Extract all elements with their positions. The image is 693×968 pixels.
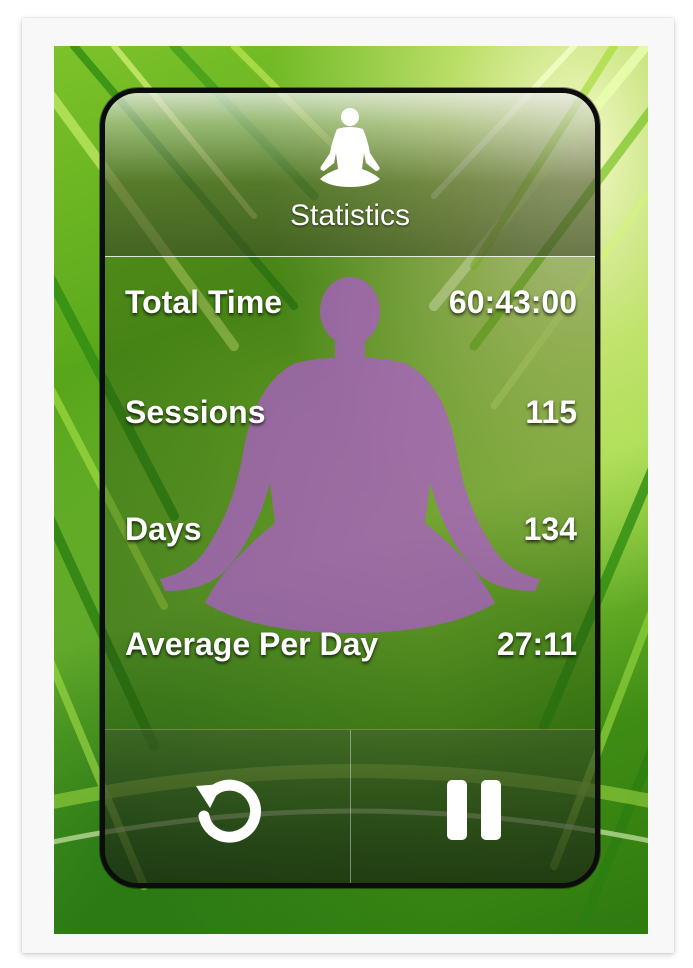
- meditation-figure-icon: [320, 108, 380, 187]
- stat-value: 60:43:00: [448, 284, 577, 320]
- reset-button[interactable]: [105, 730, 350, 883]
- pause-icon: [447, 780, 501, 840]
- stat-value: 115: [525, 394, 577, 430]
- panel-header: Statistics: [105, 93, 595, 257]
- reset-icon: [195, 779, 261, 843]
- stat-row-days: Days 134: [125, 511, 577, 548]
- page-title: Statistics: [289, 199, 411, 232]
- stat-label: Average Per Day: [125, 626, 379, 662]
- stat-row-average-per-day: Average Per Day 27:11: [125, 626, 577, 663]
- pause-button[interactable]: [351, 730, 595, 883]
- stat-label: Days: [125, 511, 202, 547]
- stat-label: Total Time: [125, 284, 283, 320]
- stat-value: 27:11: [496, 626, 577, 662]
- stat-value: 134: [523, 511, 577, 547]
- stat-row-total-time: Total Time 60:43:00: [125, 284, 577, 321]
- statistics-panel: Statistics Total Time 60:43:00 Sessions …: [100, 88, 600, 888]
- control-bar: [105, 729, 595, 883]
- stat-row-sessions: Sessions 115: [125, 394, 577, 431]
- meditation-silhouette: [160, 277, 540, 633]
- stat-label: Sessions: [125, 394, 266, 430]
